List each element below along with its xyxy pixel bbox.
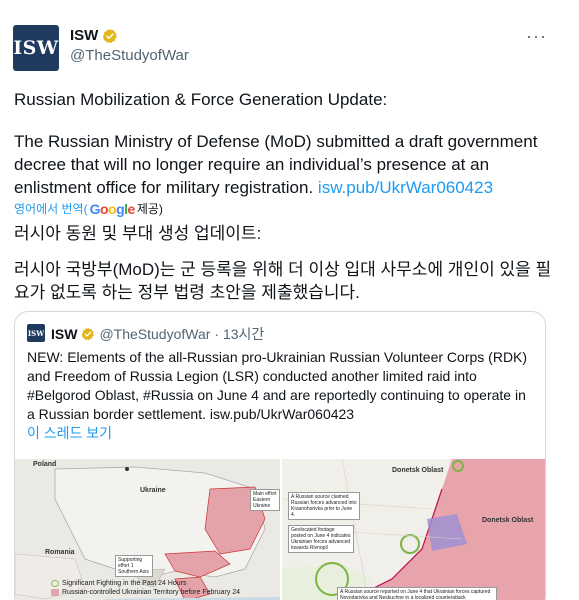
tweet: ISW ISW @TheStudyofWar ··· Russian Mobil… [0, 0, 579, 600]
map-callout-main-effort: Main effort Eastern Ukraine [250, 489, 280, 511]
show-thread-link[interactable]: 이 스레드 보기 [27, 423, 112, 443]
more-dots-icon[interactable]: ··· [526, 26, 547, 47]
legend-row-controlled: Russian-controlled Ukrainian Territory b… [51, 588, 240, 597]
map-label-poland: Poland [33, 461, 57, 468]
legend-row-fighting: Significant Fighting in the Past 24 Hour… [51, 579, 240, 588]
quote-body: NEW: Elements of the all-Russian pro-Ukr… [27, 349, 528, 422]
quote-avatar-text: ISW [27, 328, 45, 338]
avatar-text: ISW [13, 37, 59, 59]
quoted-tweet[interactable]: ISW ISW @TheStudyofWar · 13시간 NEW: Eleme… [14, 311, 546, 600]
tweet-line-1: Russian Mobilization & Force Generation … [14, 90, 388, 109]
map-label-romania: Romania [45, 549, 75, 556]
tweet-link[interactable]: isw.pub/UkrWar060423 [318, 178, 493, 197]
map-callout-rivnopil: Geolocated footage posted on June 4 indi… [288, 525, 354, 553]
verified-badge-icon [103, 28, 118, 43]
translated-line-1: 러시아 동원 및 부대 생성 업데이트: [14, 224, 262, 243]
legend-label-fighting: Significant Fighting in the Past 24 Hour… [62, 580, 187, 587]
author-name[interactable]: ISW [70, 27, 98, 44]
tweet-paragraph: The Russian Ministry of Defense (MoD) su… [14, 130, 544, 199]
quote-avatar[interactable]: ISW [27, 324, 45, 342]
map-callout-krasnohorivka: A Russian source claimed Russian forces … [288, 492, 360, 520]
map-label-ukraine: Ukraine [140, 487, 166, 494]
map-label-donetsk-1: Donetsk Oblast [392, 467, 444, 474]
quote-timestamp[interactable]: · 13시간 [214, 324, 264, 344]
map-callout-novodarivka: A Russian source reported on June 4 that… [337, 587, 497, 600]
google-logo-icon: Google [89, 200, 136, 217]
author-handle[interactable]: @TheStudyofWar [70, 47, 189, 64]
translate-suffix: 제공) [136, 202, 163, 216]
author-avatar[interactable]: ISW [13, 25, 59, 71]
quote-author-name[interactable]: ISW [51, 326, 77, 342]
quote-author-handle[interactable]: @TheStudyofWar [99, 326, 210, 342]
map-callout-supporting: Supporting effort 1 Southern Axis [115, 555, 153, 577]
author-name-row: ISW [70, 27, 118, 44]
map-legend: Significant Fighting in the Past 24 Hour… [51, 579, 240, 597]
translate-info[interactable]: 영어에서 번역( Google 제공) [14, 200, 163, 217]
verified-badge-icon [82, 327, 95, 341]
quote-media[interactable]: Poland Ukraine Romania Main effort Easte… [15, 459, 545, 600]
translate-prefix: 영어에서 번역( [14, 202, 88, 216]
quote-header: ISW @TheStudyofWar · 13시간 [51, 324, 264, 344]
map-image-left[interactable]: Poland Ukraine Romania Main effort Easte… [15, 459, 280, 600]
legend-label-controlled: Russian-controlled Ukrainian Territory b… [62, 589, 241, 596]
map-image-right[interactable]: Donetsk Oblast Donetsk Oblast A Russian … [282, 459, 545, 600]
legend-swatch-controlled [51, 589, 59, 596]
legend-swatch-fighting [51, 580, 59, 587]
map-label-donetsk-2: Donetsk Oblast [482, 517, 534, 524]
translated-paragraph: 러시아 국방부(MoD)는 군 등록을 위해 더 이상 입대 사무소에 개인이 … [14, 260, 552, 302]
